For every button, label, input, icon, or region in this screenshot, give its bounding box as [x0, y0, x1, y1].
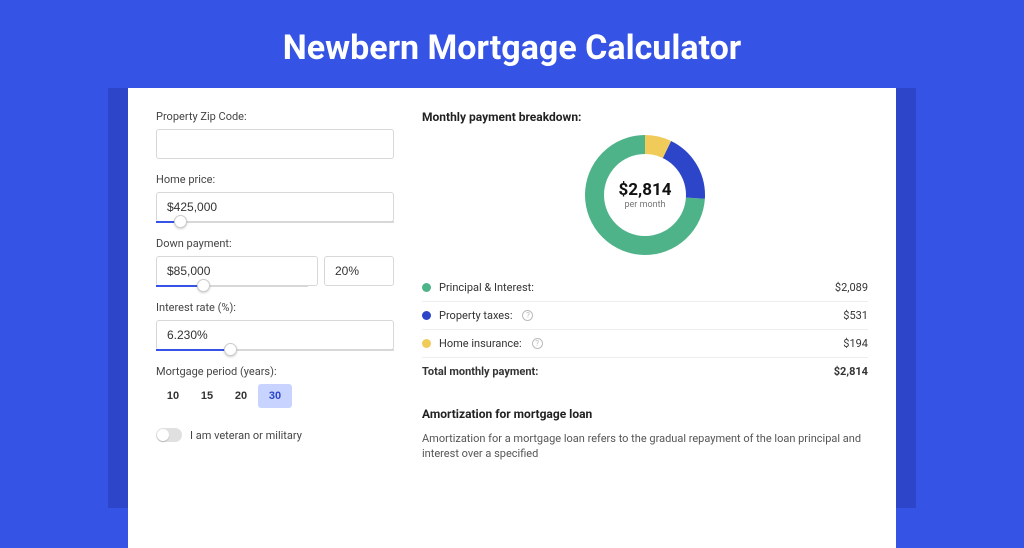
- veteran-label: I am veteran or military: [190, 429, 302, 442]
- legend-label: Principal & Interest:: [439, 281, 534, 294]
- home-price-field: Home price:: [156, 173, 394, 223]
- help-icon[interactable]: ?: [532, 338, 543, 349]
- total-label: Total monthly payment:: [422, 365, 538, 378]
- amortization-text: Amortization for a mortgage loan refers …: [422, 431, 868, 462]
- home-price-input[interactable]: [156, 192, 394, 222]
- dot-icon: [422, 311, 431, 320]
- mortgage-period-field: Mortgage period (years): 10 15 20 30: [156, 365, 394, 408]
- legend-label: Property taxes:: [439, 309, 512, 322]
- veteran-toggle[interactable]: [156, 428, 182, 442]
- zip-input[interactable]: [156, 129, 394, 159]
- legend-value: $194: [843, 337, 868, 350]
- legend-row-insurance: Home insurance: ? $194: [422, 330, 868, 358]
- zip-label: Property Zip Code:: [156, 110, 394, 123]
- interest-rate-field: Interest rate (%):: [156, 301, 394, 351]
- legend-value: $531: [843, 309, 868, 322]
- interest-rate-label: Interest rate (%):: [156, 301, 394, 314]
- mortgage-period-label: Mortgage period (years):: [156, 365, 394, 378]
- down-payment-field: Down payment:: [156, 237, 394, 287]
- donut-sub: per month: [624, 200, 665, 210]
- breakdown-title: Monthly payment breakdown:: [422, 110, 868, 124]
- help-icon[interactable]: ?: [522, 310, 533, 321]
- input-panel: Property Zip Code: Home price: Down paym…: [156, 110, 394, 548]
- down-payment-input[interactable]: [156, 256, 318, 286]
- legend: Principal & Interest: $2,089 Property ta…: [422, 274, 868, 385]
- dot-icon: [422, 283, 431, 292]
- period-option-30[interactable]: 30: [258, 384, 292, 408]
- period-options: 10 15 20 30: [156, 384, 394, 408]
- veteran-field: I am veteran or military: [156, 428, 394, 442]
- interest-rate-input[interactable]: [156, 320, 394, 350]
- down-payment-label: Down payment:: [156, 237, 394, 250]
- dot-icon: [422, 339, 431, 348]
- home-price-label: Home price:: [156, 173, 394, 186]
- zip-field: Property Zip Code:: [156, 110, 394, 159]
- total-value: $2,814: [834, 365, 868, 378]
- legend-label: Home insurance:: [439, 337, 522, 350]
- down-payment-pct-input[interactable]: [324, 256, 394, 286]
- slider-thumb-icon[interactable]: [174, 215, 187, 228]
- results-panel: Monthly payment breakdown: $2,814 per mo…: [422, 110, 868, 548]
- donut-center: $2,814 per month: [604, 154, 686, 236]
- period-option-10[interactable]: 10: [156, 384, 190, 408]
- legend-row-total: Total monthly payment: $2,814: [422, 358, 868, 385]
- slider-thumb-icon[interactable]: [197, 279, 210, 292]
- calculator-card: Property Zip Code: Home price: Down paym…: [128, 88, 896, 548]
- legend-row-principal: Principal & Interest: $2,089: [422, 274, 868, 302]
- card-shadow: Property Zip Code: Home price: Down paym…: [108, 88, 916, 508]
- donut-amount: $2,814: [619, 180, 672, 200]
- donut-chart: $2,814 per month: [422, 134, 868, 256]
- down-payment-slider[interactable]: [156, 285, 308, 287]
- period-option-15[interactable]: 15: [190, 384, 224, 408]
- interest-rate-slider[interactable]: [156, 349, 394, 351]
- legend-value: $2,089: [835, 281, 868, 294]
- amortization-title: Amortization for mortgage loan: [422, 407, 868, 421]
- slider-thumb-icon[interactable]: [224, 343, 237, 356]
- period-option-20[interactable]: 20: [224, 384, 258, 408]
- legend-row-taxes: Property taxes: ? $531: [422, 302, 868, 330]
- home-price-slider[interactable]: [156, 221, 394, 223]
- page-title: Newbern Mortgage Calculator: [0, 0, 1024, 88]
- toggle-knob-icon: [157, 429, 169, 441]
